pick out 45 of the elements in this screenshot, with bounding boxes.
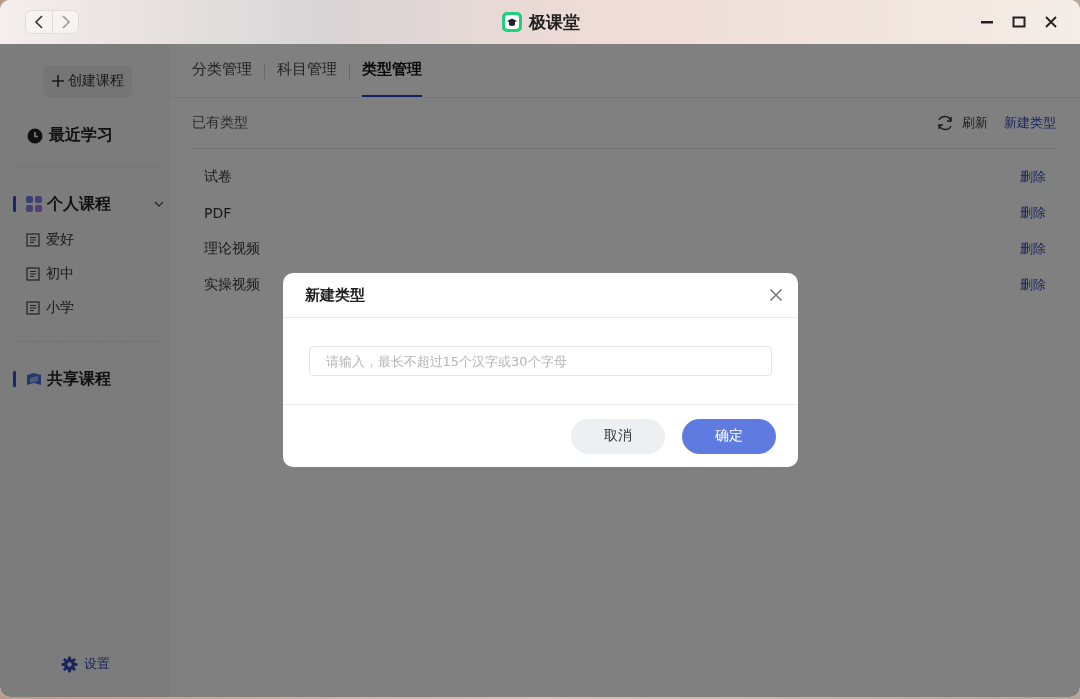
refresh-icon	[936, 114, 954, 132]
type-name: 实操视频	[204, 276, 260, 294]
document-icon	[26, 301, 40, 315]
course-item[interactable]: 爱好	[46, 231, 74, 249]
tab[interactable]: 科目管理	[277, 44, 337, 97]
delete-link[interactable]: 删除	[1020, 240, 1046, 258]
cancel-button[interactable]: 取消	[570, 418, 665, 454]
flag-icon	[26, 371, 42, 387]
confirm-button[interactable]: 确定	[681, 418, 776, 454]
app-logo-icon	[500, 11, 523, 33]
document-icon	[26, 233, 40, 247]
delete-link[interactable]: 删除	[1020, 204, 1046, 222]
settings-icon[interactable]	[61, 655, 78, 673]
delete-link[interactable]: 删除	[1020, 276, 1046, 294]
clock-icon	[27, 127, 43, 144]
dialog-title: 新建类型	[304, 285, 365, 305]
document-icon	[26, 267, 40, 281]
tab[interactable]: 分类管理	[192, 44, 252, 97]
close-icon	[768, 288, 783, 302]
type-name: 试卷	[204, 168, 232, 186]
settings-link[interactable]: 设置	[84, 655, 110, 673]
course-item[interactable]: 小学	[46, 299, 74, 317]
tab[interactable]: 类型管理	[362, 44, 422, 97]
window-title: 极课堂	[528, 10, 580, 34]
sidebar-item[interactable]: 最近学习	[49, 125, 113, 146]
chevron-down-icon[interactable]	[154, 199, 164, 209]
maximize-icon	[1012, 15, 1026, 29]
active-indicator	[13, 196, 16, 212]
plus-icon	[51, 74, 65, 88]
close-icon	[1044, 15, 1058, 29]
create-course-button[interactable]: 创建课程	[43, 65, 132, 97]
active-indicator	[13, 371, 16, 387]
section-title: 已有类型	[192, 114, 248, 132]
grid-icon	[26, 196, 42, 212]
chevron-right-icon	[60, 14, 71, 30]
sidebar-group[interactable]: 共享课程	[47, 368, 111, 390]
delete-link[interactable]: 删除	[1020, 168, 1046, 186]
chevron-left-icon	[34, 14, 44, 30]
new-type-link[interactable]: 新建类型	[1004, 114, 1056, 132]
refresh-button[interactable]: 刷新	[936, 114, 988, 132]
sidebar-group[interactable]: 个人课程	[47, 193, 111, 215]
type-name: PDF	[204, 205, 232, 221]
type-name: 理论视频	[204, 240, 260, 258]
input-field[interactable]: 请输入，最长不超过15个汉字或30个字母	[308, 346, 772, 376]
course-item[interactable]: 初中	[46, 265, 74, 283]
